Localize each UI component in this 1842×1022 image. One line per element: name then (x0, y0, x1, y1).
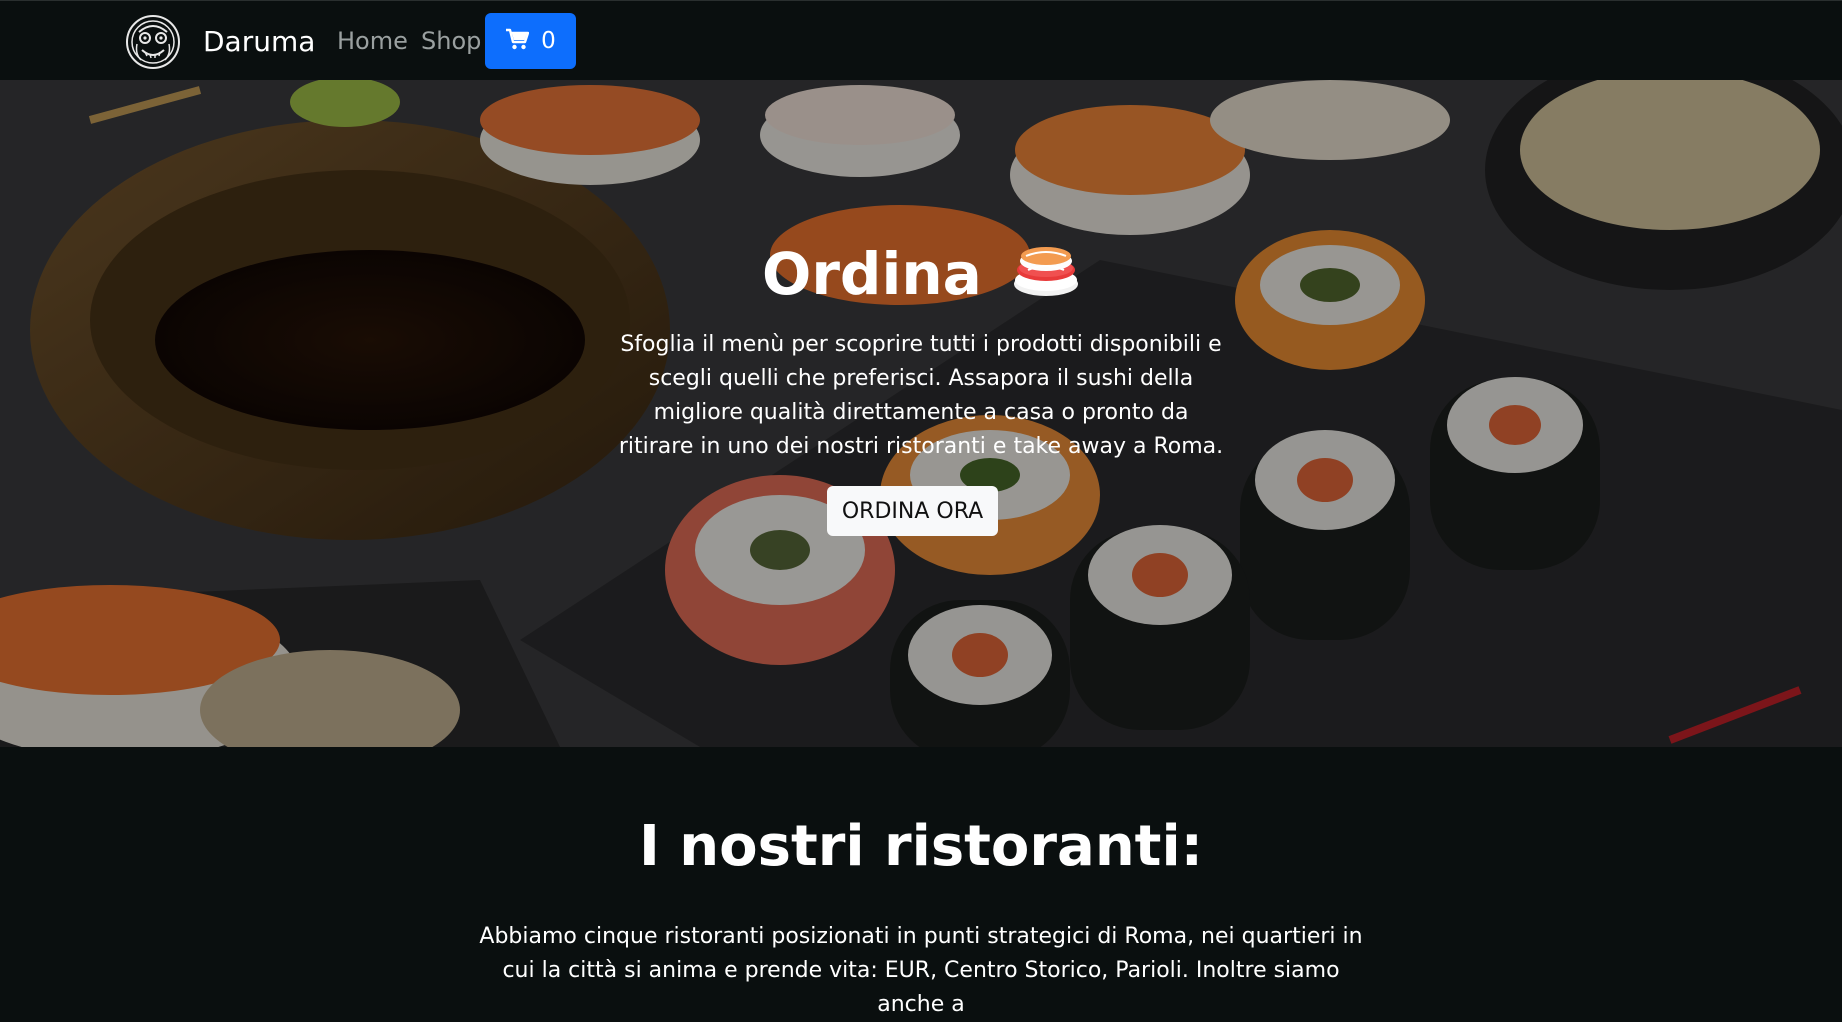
sushi-icon (1012, 244, 1080, 312)
cart-icon (505, 28, 530, 55)
brand-name[interactable]: Daruma (203, 25, 315, 58)
restaurants-description: Abbiamo cinque ristoranti posizionati in… (479, 924, 1363, 1017)
hero-title-text: Ordina (762, 240, 982, 308)
nav-link-home[interactable]: Home (337, 27, 408, 55)
cart-button[interactable]: 0 (485, 13, 576, 69)
daruma-logo-icon[interactable] (125, 14, 181, 70)
restaurants-title: I nostri ristoranti: (638, 814, 1204, 879)
nav-link-shop[interactable]: Shop (421, 27, 481, 55)
hero-description: Sfoglia il menù per scoprire tutti i pro… (618, 332, 1224, 459)
order-now-button[interactable]: ORDINA ORA (827, 486, 998, 536)
navbar: Daruma Home Shop 0 (0, 0, 1842, 80)
hero-title: Ordina (0, 240, 1842, 312)
cart-count: 0 (541, 28, 556, 54)
hero-banner: Ordina Sfoglia il menù per scoprire tutt… (0, 80, 1842, 747)
